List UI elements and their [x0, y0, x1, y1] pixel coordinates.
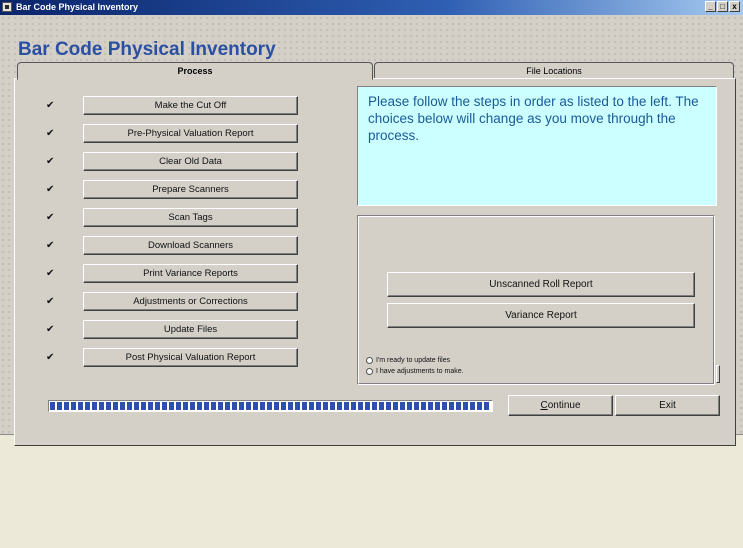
pencil-check-icon: ✔ — [46, 268, 55, 279]
maximize-button[interactable]: □ — [717, 1, 728, 12]
step-row: ✔ Scan Tags — [46, 208, 306, 228]
close-button[interactable]: x — [729, 1, 740, 12]
pencil-check-icon: ✔ — [46, 324, 55, 335]
step-row: ✔ Clear Old Data — [46, 152, 306, 172]
variance-report-button[interactable]: Variance Report — [387, 303, 695, 328]
radio-update-files[interactable]: I'm ready to update files — [366, 357, 450, 364]
continue-button[interactable]: Continue — [508, 395, 613, 416]
step-button[interactable]: Post Physical Valuation Report — [83, 348, 298, 367]
progress-fill — [50, 402, 491, 410]
step-row: ✔ Print Variance Reports — [46, 264, 306, 284]
step-row: ✔ Adjustments or Corrections — [46, 292, 306, 312]
radio-icon[interactable] — [366, 368, 373, 375]
title-bar: Bar Code Physical Inventory _ □ x — [0, 0, 743, 15]
step-button[interactable]: Pre-Physical Valuation Report — [83, 124, 298, 143]
report-frame: Unscanned Roll Report Variance Report I'… — [357, 215, 715, 385]
step-button[interactable]: Update Files — [83, 320, 298, 339]
step-row: ✔ Pre-Physical Valuation Report — [46, 124, 306, 144]
step-button[interactable]: Print Variance Reports — [83, 264, 298, 283]
radio-adjust-label: I have adjustments to make. — [376, 368, 464, 375]
tab-process[interactable]: Process — [17, 62, 373, 80]
window-title: Bar Code Physical Inventory — [16, 2, 139, 12]
pencil-check-icon: ✔ — [46, 240, 55, 251]
step-button[interactable]: Download Scanners — [83, 236, 298, 255]
pencil-check-icon: ✔ — [46, 156, 55, 167]
pencil-check-icon: ✔ — [46, 212, 55, 223]
empty-region — [0, 436, 743, 548]
unscanned-roll-report-button[interactable]: Unscanned Roll Report — [387, 272, 695, 297]
pencil-check-icon: ✔ — [46, 184, 55, 195]
step-button[interactable]: Clear Old Data — [83, 152, 298, 171]
continue-label: ontinue — [547, 400, 581, 411]
pencil-check-icon: ✔ — [46, 128, 55, 139]
pencil-check-icon: ✔ — [46, 352, 55, 363]
instructions-box: Please follow the steps in order as list… — [357, 86, 717, 206]
step-row: ✔ Update Files — [46, 320, 306, 340]
pencil-check-icon: ✔ — [46, 296, 55, 307]
radio-adjustments[interactable]: I have adjustments to make. — [366, 368, 464, 375]
app-icon — [2, 2, 12, 12]
step-button[interactable]: Scan Tags — [83, 208, 298, 227]
step-row: ✔ Make the Cut Off — [46, 96, 306, 116]
radio-update-label: I'm ready to update files — [376, 357, 451, 364]
step-button[interactable]: Prepare Scanners — [83, 180, 298, 199]
progress-bar — [48, 400, 493, 412]
step-button[interactable]: Adjustments or Corrections — [83, 292, 298, 311]
radio-icon[interactable] — [366, 357, 373, 364]
tab-file-locations[interactable]: File Locations — [374, 62, 734, 79]
step-row: ✔ Post Physical Valuation Report — [46, 348, 306, 368]
step-row: ✔ Download Scanners — [46, 236, 306, 256]
frame-edge-handle — [716, 365, 720, 383]
continue-accelerator: C — [540, 400, 548, 411]
step-button[interactable]: Make the Cut Off — [83, 96, 298, 115]
page-title: Bar Code Physical Inventory — [18, 39, 276, 60]
step-row: ✔ Prepare Scanners — [46, 180, 306, 200]
pencil-check-icon: ✔ — [46, 100, 55, 111]
exit-button[interactable]: Exit — [615, 395, 720, 416]
minimize-button[interactable]: _ — [705, 1, 716, 12]
